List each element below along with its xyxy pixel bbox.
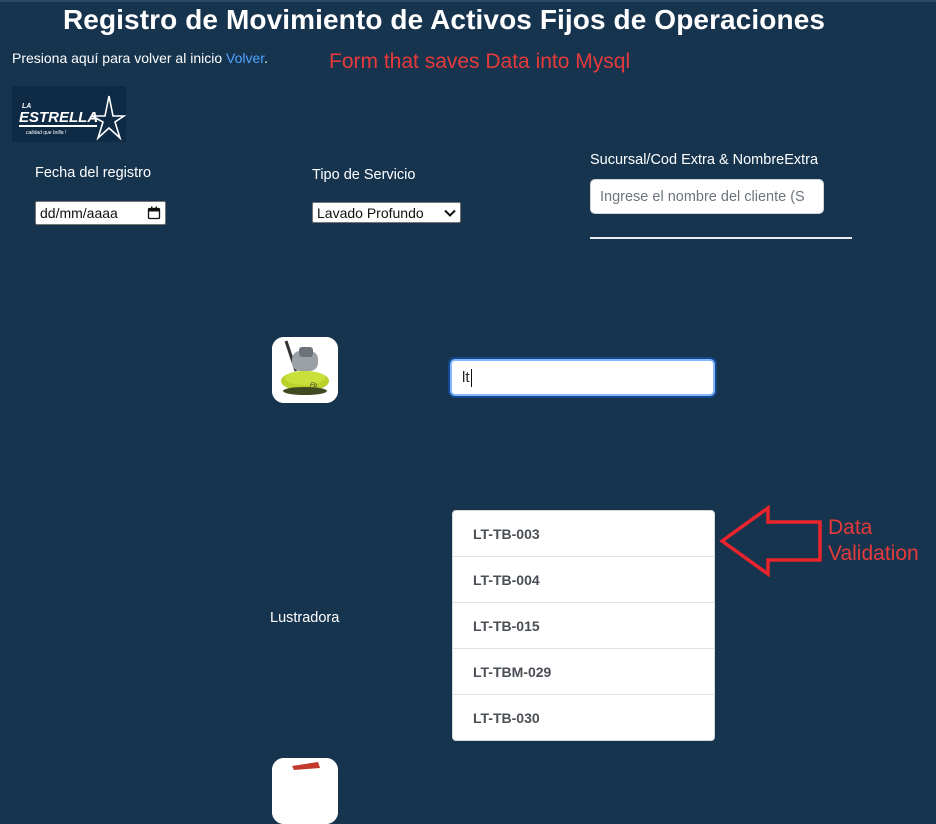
suggestion-item[interactable]: LT-TBM-029: [453, 649, 714, 695]
item-label: Lustradora: [270, 610, 340, 626]
suggestion-item[interactable]: LT-TB-030: [453, 695, 714, 740]
logo-text-main: ESTRELLA: [19, 109, 98, 126]
back-suffix: .: [264, 50, 269, 66]
annotation-arrow-icon: [718, 505, 822, 577]
client-underline: [590, 237, 852, 239]
svg-text:Fb: Fb: [310, 383, 318, 389]
logo-graphic: LA ESTRELLA calidad que brilla !: [12, 86, 126, 142]
service-value: Lavado Profundo: [317, 204, 424, 221]
lustradora-image: Fb: [272, 337, 338, 403]
suggestion-item[interactable]: LT-TB-003: [453, 511, 714, 557]
equipment-icon: [272, 758, 338, 824]
service-select[interactable]: Lavado Profundo: [312, 202, 461, 223]
suggestion-list: LT-TB-003 LT-TB-004 LT-TB-015 LT-TBM-029…: [452, 510, 715, 741]
company-logo: LA ESTRELLA calidad que brilla !: [12, 86, 126, 142]
client-input[interactable]: Ingrese el nombre del cliente (S: [590, 179, 824, 214]
service-label: Tipo de Servicio: [312, 167, 416, 183]
asset-code-input[interactable]: lt: [450, 359, 715, 396]
text-caret: [470, 368, 472, 387]
asset-code-value: lt: [462, 369, 470, 386]
annotation-form-note: Form that saves Data into Mysql: [329, 50, 631, 73]
suggestion-item[interactable]: LT-TB-015: [453, 603, 714, 649]
date-value: dd/mm/aaaa: [40, 205, 118, 221]
logo-tagline: calidad que brilla !: [26, 130, 67, 136]
client-label: Sucursal/Cod Extra & NombreExtra: [590, 152, 819, 168]
date-label: Fecha del registro: [35, 165, 152, 181]
floor-polisher-icon: Fb: [272, 337, 338, 403]
date-input[interactable]: dd/mm/aaaa: [35, 201, 166, 225]
top-border: [0, 0, 936, 2]
calendar-icon[interactable]: [147, 206, 161, 220]
back-line: Presiona aquí para volver al inicio Volv…: [12, 50, 268, 66]
annotation-data-validation: Data Validation: [828, 515, 919, 567]
back-text: Presiona aquí para volver al inicio: [12, 50, 227, 66]
second-item-image: [272, 758, 338, 824]
annotation-line-2: Validation: [828, 542, 919, 565]
chevron-down-icon: [444, 209, 456, 217]
annotation-line-1: Data: [828, 516, 873, 539]
suggestion-item[interactable]: LT-TB-004: [453, 557, 714, 603]
page-title: Registro de Movimiento de Activos Fijos …: [62, 4, 826, 35]
back-link[interactable]: Volver: [226, 50, 264, 66]
